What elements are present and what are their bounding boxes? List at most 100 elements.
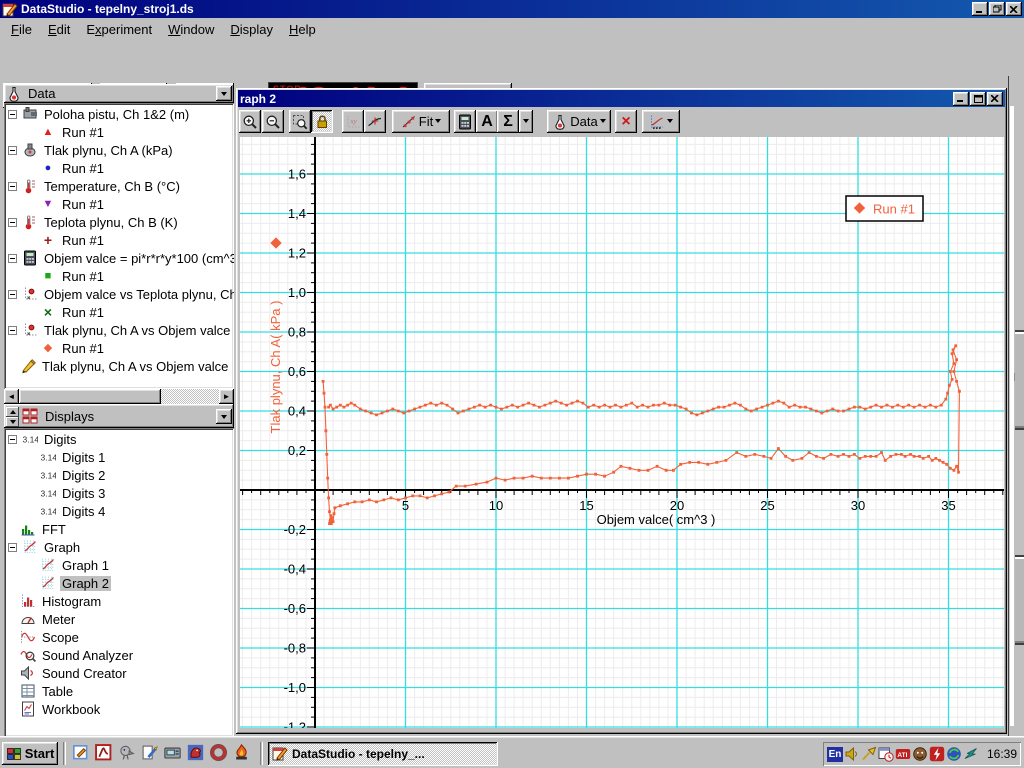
tree-item[interactable]: Objem valce vs Teplota plynu, Ch bbox=[4, 285, 234, 303]
close-button[interactable] bbox=[1006, 2, 1022, 16]
text-annotation-button[interactable]: A bbox=[476, 110, 498, 133]
fit-menu-button[interactable]: Fit bbox=[392, 110, 450, 133]
tree-item[interactable]: Table bbox=[4, 682, 234, 700]
task-button-datastudio[interactable]: DataStudio - tepelny_... bbox=[268, 742, 498, 766]
tray-sync-icon[interactable] bbox=[946, 746, 962, 762]
quicklaunch-fire-icon[interactable] bbox=[233, 744, 250, 761]
tree-expander[interactable] bbox=[8, 435, 17, 444]
scroll-right-button[interactable]: ► bbox=[219, 389, 234, 404]
tree-run-item[interactable]: ▼Run #1 bbox=[4, 195, 234, 213]
data-panel-header[interactable]: Data bbox=[4, 84, 234, 103]
xy-tool-button[interactable]: xy bbox=[342, 110, 364, 133]
tree-item[interactable]: Tlak plynu, Ch A vs Objem valce bbox=[4, 321, 234, 339]
tree-item[interactable]: 3.14Digits 2 bbox=[4, 466, 234, 484]
tray-scheduler-icon[interactable] bbox=[878, 746, 894, 762]
tree-run-item[interactable]: ■Run #1 bbox=[4, 267, 234, 285]
minimize-button[interactable] bbox=[972, 2, 988, 16]
displays-panel-header[interactable]: Displays bbox=[4, 404, 234, 428]
tree-run-item[interactable]: ●Run #1 bbox=[4, 159, 234, 177]
tray-speaker-icon[interactable] bbox=[844, 746, 860, 762]
tree-run-item[interactable]: ◆Run #1 bbox=[4, 339, 234, 357]
delete-button[interactable]: × bbox=[615, 110, 637, 133]
tree-item[interactable]: Meter bbox=[4, 610, 234, 628]
quicklaunch-interface-icon[interactable] bbox=[164, 744, 181, 761]
data-menu-button[interactable]: Data bbox=[547, 110, 611, 133]
scrollbar-thumb[interactable] bbox=[19, 389, 161, 404]
tree-item[interactable]: Poloha pistu, Ch 1&2 (m) bbox=[4, 105, 234, 123]
tree-item[interactable]: Temperature, Ch B (°C) bbox=[4, 177, 234, 195]
scroll-left-button[interactable]: ◄ bbox=[4, 389, 19, 404]
tree-item[interactable]: Objem valce = pi*r*r*y*100 (cm^3) bbox=[4, 249, 234, 267]
tree-expander[interactable] bbox=[8, 218, 17, 227]
tree-item[interactable]: Workbook bbox=[4, 700, 234, 718]
menu-edit[interactable]: Edit bbox=[40, 19, 78, 40]
tree-run-item[interactable]: +Run #1 bbox=[4, 231, 234, 249]
scale-to-fit-button[interactable] bbox=[311, 110, 333, 133]
quicklaunch-paint-document-icon[interactable] bbox=[141, 744, 158, 761]
quicklaunch-opera-icon[interactable] bbox=[210, 744, 227, 761]
quicklaunch-bird-icon[interactable] bbox=[118, 744, 135, 761]
tree-item[interactable]: Graph bbox=[4, 538, 234, 556]
tree-item[interactable]: Tlak plynu, Ch A vs Objem valce bbox=[4, 357, 234, 375]
zoom-out-button[interactable] bbox=[262, 110, 284, 133]
quicklaunch-dragon-icon[interactable] bbox=[187, 744, 204, 761]
tray-devil-icon[interactable] bbox=[912, 746, 928, 762]
tree-expander[interactable] bbox=[8, 110, 17, 119]
tree-item[interactable]: Graph 1 bbox=[4, 556, 234, 574]
graph-maximize-button[interactable] bbox=[970, 92, 986, 106]
tray-clock[interactable]: 16:39 bbox=[987, 747, 1017, 761]
quicklaunch-notepad-icon[interactable] bbox=[72, 744, 89, 761]
menu-file[interactable]: File bbox=[3, 19, 40, 40]
graph-plot-area[interactable]: -1,2-1,0-0,8-0,6-0,4-0,20,20,40,60,81,01… bbox=[240, 137, 1004, 728]
tree-item[interactable]: Teplota plynu, Ch B (K) bbox=[4, 213, 234, 231]
svg-text:3.14: 3.14 bbox=[41, 507, 57, 517]
menu-help[interactable]: Help bbox=[281, 19, 324, 40]
zoom-in-button[interactable] bbox=[239, 110, 261, 133]
tree-expander[interactable] bbox=[8, 254, 17, 263]
calculator-button[interactable] bbox=[454, 110, 476, 133]
tree-run-item[interactable]: ×Run #1 bbox=[4, 303, 234, 321]
tree-item[interactable]: Sound Creator bbox=[4, 664, 234, 682]
tree-item[interactable]: Graph 2 bbox=[4, 574, 234, 592]
statistics-dropdown-button[interactable] bbox=[519, 110, 533, 133]
statistics-button[interactable]: Σ bbox=[497, 110, 519, 133]
tray-keyboard-layout-en-icon[interactable]: En bbox=[827, 747, 843, 762]
menu-display[interactable]: Display bbox=[222, 19, 281, 40]
start-menu-button[interactable]: Start bbox=[2, 742, 58, 765]
tree-item[interactable]: 3.14Digits 4 bbox=[4, 502, 234, 520]
smart-tool-button[interactable] bbox=[364, 110, 386, 133]
restore-button[interactable] bbox=[989, 2, 1005, 16]
tray-network-z-icon[interactable] bbox=[963, 746, 979, 762]
graph-window-titlebar[interactable]: raph 2 bbox=[238, 90, 1005, 107]
tree-item[interactable]: 3.14Digits 3 bbox=[4, 484, 234, 502]
tree-expander[interactable] bbox=[8, 543, 17, 552]
menu-experiment[interactable]: Experiment bbox=[78, 19, 160, 40]
tree-item[interactable]: Scope bbox=[4, 628, 234, 646]
tree-expander[interactable] bbox=[8, 146, 17, 155]
tray-flash-icon[interactable] bbox=[929, 746, 945, 762]
menu-window[interactable]: Window bbox=[160, 19, 222, 40]
legend[interactable]: Run #1 bbox=[846, 196, 923, 221]
displays-panel-dropdown[interactable] bbox=[216, 409, 232, 424]
tree-expander[interactable] bbox=[8, 290, 17, 299]
tree-item[interactable]: Sound Analyzer bbox=[4, 646, 234, 664]
tree-expander[interactable] bbox=[8, 326, 17, 335]
graph-close-button[interactable] bbox=[987, 92, 1003, 106]
tray-broom-icon[interactable] bbox=[861, 746, 877, 762]
data-tree-hscrollbar[interactable]: ◄ ► bbox=[4, 389, 234, 404]
tray-ati-icon[interactable]: ATI bbox=[895, 746, 911, 762]
tree-run-item[interactable]: ▲Run #1 bbox=[4, 123, 234, 141]
tree-item[interactable]: Tlak plynu, Ch A (kPa) bbox=[4, 141, 234, 159]
tree-item[interactable]: 3.14Digits 1 bbox=[4, 448, 234, 466]
graph-settings-button[interactable] bbox=[642, 110, 680, 133]
panel-spin-control[interactable] bbox=[6, 407, 19, 425]
tree-item[interactable]: FFT bbox=[4, 520, 234, 538]
tree-expander[interactable] bbox=[8, 182, 17, 191]
zoom-selection-button[interactable] bbox=[289, 110, 311, 133]
tree-item[interactable]: 3.14Digits bbox=[4, 430, 234, 448]
data-panel-dropdown[interactable] bbox=[216, 86, 232, 101]
quicklaunch-acrobat-icon[interactable] bbox=[95, 744, 112, 761]
tree-item[interactable]: Histogram bbox=[4, 592, 234, 610]
scrollbar-track[interactable] bbox=[161, 389, 219, 404]
graph-minimize-button[interactable] bbox=[953, 92, 969, 106]
